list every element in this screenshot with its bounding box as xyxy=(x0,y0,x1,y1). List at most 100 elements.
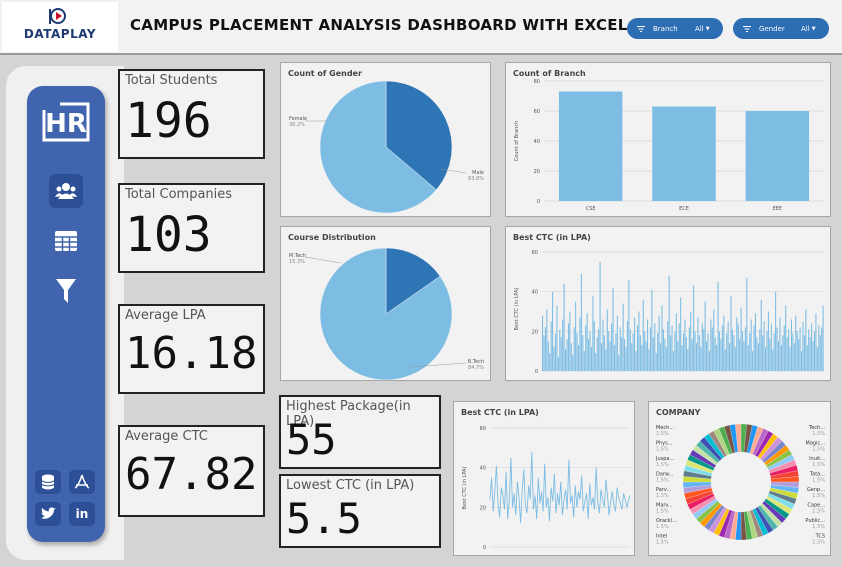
best-ctc-line-panel: Best CTC (in LPA) 0 20 40 60 Best CTC (in LP… xyxy=(453,401,635,556)
bar xyxy=(664,339,666,371)
bar xyxy=(729,343,731,371)
bar xyxy=(716,345,718,371)
bar xyxy=(806,345,808,371)
bar xyxy=(605,349,607,371)
bar xyxy=(611,323,613,371)
bar xyxy=(671,325,673,371)
bar xyxy=(638,311,640,371)
bar xyxy=(760,299,762,371)
filter-icon xyxy=(56,279,76,303)
twitter-button[interactable] xyxy=(35,502,61,526)
pie-value-label: 36.2% xyxy=(289,122,305,128)
bar xyxy=(750,319,752,371)
linkedin-icon: in xyxy=(75,507,89,521)
bar xyxy=(701,323,703,371)
company-value-label: 1.5% xyxy=(812,431,825,437)
bar xyxy=(598,329,600,371)
bar xyxy=(665,347,667,371)
kpi-highest-package: Highest Package(in LPA) 55 xyxy=(279,395,441,469)
dataplay-logo-text: DATAPLAY xyxy=(23,27,97,41)
bar xyxy=(667,321,669,371)
bar xyxy=(812,341,814,371)
series-line xyxy=(489,451,631,524)
gender-slicer-label: Gender xyxy=(759,24,785,33)
x-tick-label: EEE xyxy=(773,206,782,212)
bar xyxy=(583,351,585,371)
bar xyxy=(612,287,614,371)
branch-slicer[interactable]: Branch All ▼ xyxy=(627,18,723,39)
database-icon xyxy=(41,474,55,490)
bar xyxy=(554,333,557,371)
company-chart-panel: COMPANY Mech... 1.5% Phys... 1.5% Juspa... 1.… xyxy=(648,401,831,556)
y-tick-label: 0 xyxy=(483,545,486,551)
bar xyxy=(811,323,813,371)
company-value-label: 1.5% xyxy=(812,524,825,530)
bar xyxy=(730,295,732,371)
filter-lines-icon xyxy=(637,25,645,32)
bar xyxy=(747,345,749,371)
bar xyxy=(570,343,572,371)
bar xyxy=(695,343,698,371)
hr-logo-icon: HR xyxy=(42,100,90,144)
bar xyxy=(808,329,810,371)
bar xyxy=(681,345,683,371)
bar xyxy=(600,343,603,371)
gender-pie-chart: Female36.2%Male63.8% xyxy=(289,80,484,214)
bar xyxy=(752,351,754,371)
bar xyxy=(624,339,626,371)
bar xyxy=(662,329,664,371)
bar xyxy=(683,333,685,371)
bar xyxy=(767,311,769,371)
bar xyxy=(763,321,765,371)
bar xyxy=(772,349,774,371)
y-tick-label: 60 xyxy=(534,109,540,115)
bar xyxy=(744,327,746,371)
bar xyxy=(641,345,643,371)
sidebar-item-filter[interactable] xyxy=(49,274,83,308)
bar xyxy=(586,313,588,371)
bar xyxy=(727,321,729,371)
bar xyxy=(765,347,767,371)
bar xyxy=(603,335,605,371)
bar xyxy=(558,91,623,201)
kpi-total-companies: Total Companies 103 xyxy=(118,183,265,273)
database-button[interactable] xyxy=(35,470,61,494)
bar xyxy=(789,347,791,371)
gender-slicer[interactable]: Gender All ▼ xyxy=(733,18,829,39)
bar xyxy=(697,317,699,371)
sidebar-item-users[interactable] xyxy=(49,174,83,208)
bar xyxy=(739,339,741,371)
bar xyxy=(821,327,823,371)
y-axis-label: Count of Branch xyxy=(514,121,520,161)
bar xyxy=(549,353,551,371)
pdf-button[interactable] xyxy=(69,470,95,494)
bar xyxy=(608,331,610,371)
bar xyxy=(769,339,771,371)
bar xyxy=(618,355,620,371)
bar xyxy=(680,297,682,371)
bar xyxy=(657,333,659,371)
bar xyxy=(629,329,631,371)
bar xyxy=(723,315,725,371)
bar xyxy=(677,341,679,371)
pie-leader-line xyxy=(304,256,342,264)
bar xyxy=(580,273,582,371)
linkedin-button[interactable]: in xyxy=(69,502,95,526)
kpi-value: 55 xyxy=(286,415,337,464)
bar xyxy=(566,339,568,371)
bar xyxy=(582,335,584,371)
bar xyxy=(648,349,650,371)
x-tick-label: ECE xyxy=(679,206,689,212)
bar xyxy=(609,341,611,371)
bar xyxy=(822,305,824,371)
bar xyxy=(654,323,656,371)
y-tick-label: 40 xyxy=(534,139,540,145)
company-value-label: 1.5% xyxy=(812,462,825,468)
bar xyxy=(726,333,728,371)
bar xyxy=(585,325,587,371)
y-tick-label: 80 xyxy=(534,79,540,85)
best-ctc-line-chart: 0 20 40 60 Best CTC (in LPA) xyxy=(462,426,631,551)
sidebar-item-table[interactable] xyxy=(49,224,83,258)
bar xyxy=(562,319,564,371)
bar xyxy=(795,315,797,371)
